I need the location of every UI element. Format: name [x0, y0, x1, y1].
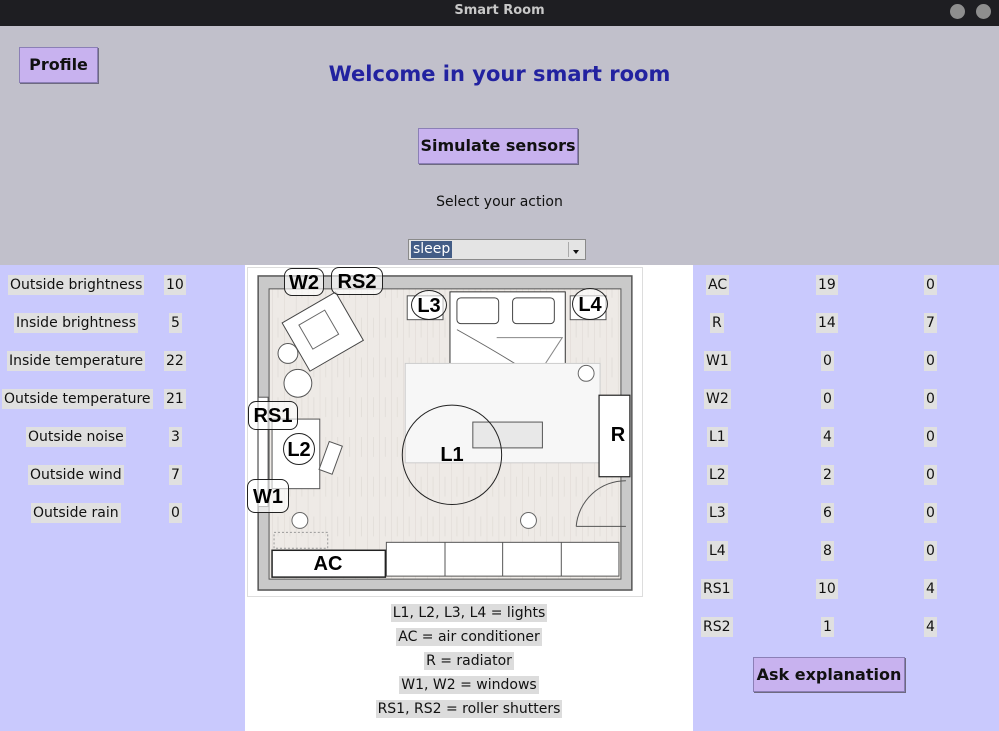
device-value2: 4: [924, 579, 937, 599]
floorplan-label-l1: L1: [440, 444, 464, 466]
simulate-sensors-button[interactable]: Simulate sensors: [418, 128, 578, 164]
floorplan-label-w2: W2: [284, 268, 324, 296]
select-action-label: Select your action: [436, 194, 563, 210]
window-title: Smart Room: [454, 3, 545, 18]
floorplan-label-rs1: RS1: [248, 401, 298, 430]
floorplan-label-ac: AC: [313, 553, 343, 575]
floorplan-label-l2: L2: [283, 433, 315, 465]
legend-text: W1, W2 = windows: [399, 676, 539, 694]
device-name: AC: [706, 275, 730, 295]
device-name: L3: [707, 503, 728, 523]
legend-line: L1, L2, L3, L4 = lights: [245, 602, 693, 623]
device-name: RS1: [701, 579, 733, 599]
floorplan-label-w1: W1: [247, 479, 289, 513]
device-name: W2: [704, 389, 731, 409]
sensor-value: 0: [169, 503, 182, 523]
devices-panel: AC 19 0 R 14 7 W1 0 0 W2 0 0 L1 4 0 L2 2 0 L3 6 0 L4 8 0 RS1 10 4 R…: [693, 265, 999, 731]
device-name: L1: [707, 427, 728, 447]
floorplan-label-l3: L3: [411, 290, 447, 320]
legend-line: R = radiator: [245, 650, 693, 671]
device-value1: 2: [821, 465, 834, 485]
device-value2: 0: [924, 503, 937, 523]
device-value2: 0: [924, 465, 937, 485]
page-title: Welcome in your smart room: [328, 62, 671, 86]
device-name: W1: [704, 351, 731, 371]
legend-line: W1, W2 = windows: [245, 674, 693, 695]
action-select-value: sleep: [411, 241, 453, 258]
floorplan-panel: W2 RS2 L3 L4 RS1 L2 L1 R W1 AC L1, L2, L…: [245, 265, 693, 731]
device-value1: 0: [821, 389, 834, 409]
sensor-value: 21: [164, 389, 186, 409]
floorplan-label-rs2: RS2: [331, 267, 383, 295]
device-value1: 6: [821, 503, 834, 523]
device-value2: 0: [924, 275, 937, 295]
close-icon[interactable]: [976, 4, 991, 19]
legend-text: R = radiator: [424, 652, 514, 670]
sensor-value: 22: [164, 351, 186, 371]
legend-text: L1, L2, L3, L4 = lights: [390, 604, 548, 622]
ask-explanation-button[interactable]: Ask explanation: [753, 657, 905, 692]
sensor-label: Outside rain: [31, 503, 121, 523]
sensor-label: Outside wind: [28, 465, 124, 485]
sensor-value: 3: [169, 427, 182, 447]
device-value1: 10: [816, 579, 838, 599]
device-value1: 8: [821, 541, 834, 561]
sensor-value: 10: [164, 275, 186, 295]
device-value1: 14: [816, 313, 838, 333]
device-value2: 0: [924, 541, 937, 561]
device-name: L4: [707, 541, 728, 561]
sensor-label: Outside noise: [26, 427, 126, 447]
device-value1: 0: [821, 351, 834, 371]
device-value1: 1: [821, 617, 834, 637]
sensor-value: 7: [169, 465, 182, 485]
device-value2: 0: [924, 427, 937, 447]
window-titlebar: Smart Room: [0, 0, 999, 26]
sensor-label: Outside temperature: [2, 389, 153, 409]
legend-text: RS1, RS2 = roller shutters: [375, 700, 563, 718]
sensor-label: Outside brightness: [8, 275, 145, 295]
action-select[interactable]: sleep: [408, 239, 586, 260]
legend-text: AC = air conditioner: [396, 628, 542, 646]
device-value2: 7: [924, 313, 937, 333]
device-name: RS2: [701, 617, 733, 637]
minimize-icon[interactable]: [950, 4, 965, 19]
device-name: R: [710, 313, 724, 333]
legend-line: RS1, RS2 = roller shutters: [245, 698, 693, 719]
floorplan-label-r: R: [610, 424, 626, 446]
sensor-label: Inside temperature: [7, 351, 146, 371]
sensor-label: Inside brightness: [14, 313, 138, 333]
device-value2: 0: [924, 389, 937, 409]
device-value1: 19: [816, 275, 838, 295]
device-name: L2: [707, 465, 728, 485]
sensors-panel: Outside brightness 10 Inside brightness 5 In…: [0, 265, 245, 731]
device-value1: 4: [821, 427, 834, 447]
header-area: Profile Welcome in your smart room Simul…: [0, 26, 999, 265]
sensor-value: 5: [169, 313, 182, 333]
floorplan-label-l4: L4: [572, 288, 608, 320]
device-value2: 0: [924, 351, 937, 371]
chevron-down-icon[interactable]: [568, 242, 583, 257]
device-value2: 4: [924, 617, 937, 637]
legend-line: AC = air conditioner: [245, 626, 693, 647]
